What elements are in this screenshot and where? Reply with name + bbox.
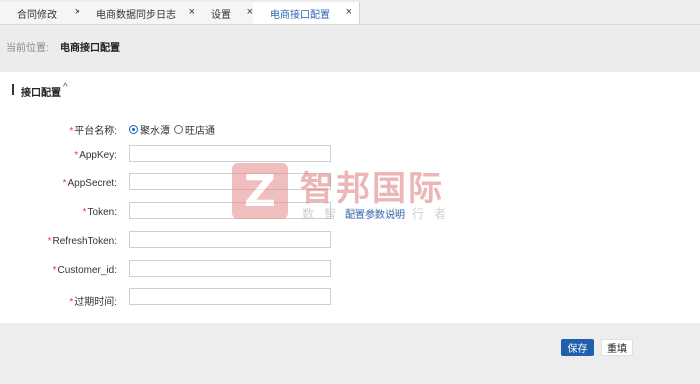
refreshtoken-label: *RefreshToken:	[0, 236, 117, 247]
tab-label: 电商数据同步日志	[96, 9, 176, 21]
tab-settings[interactable]: 设置 ×	[194, 2, 261, 24]
close-icon[interactable]: ×	[346, 6, 352, 18]
required-mark: *	[69, 297, 74, 308]
platform-radio-wangdiantong[interactable]: 旺店通	[174, 122, 215, 137]
platform-radio-jushuitan[interactable]: 聚水潭	[129, 122, 170, 137]
config-help-link[interactable]: 配置参数说明	[345, 206, 405, 221]
appsecret-label-text: AppSecret:	[67, 178, 117, 189]
breadcrumb: 当前位置: 电商接口配置	[0, 25, 700, 71]
token-label: *Token:	[0, 207, 117, 218]
save-button[interactable]: 保存	[561, 339, 594, 356]
tab-label: 合同修改	[17, 9, 57, 21]
expire-time-input[interactable]	[129, 288, 331, 305]
tab-contract-edit[interactable]: 合同修改 ×	[0, 2, 89, 24]
reset-button[interactable]: 重填	[601, 339, 633, 356]
tab-label: 电商接口配置	[270, 9, 330, 21]
customer-id-label-text: Customer_id:	[57, 265, 117, 276]
refreshtoken-input[interactable]	[129, 231, 331, 248]
customer-id-label: *Customer_id:	[0, 265, 117, 276]
tab-label: 设置	[211, 9, 231, 21]
platform-label-text: 平台名称:	[74, 126, 117, 137]
required-mark: *	[82, 207, 87, 218]
required-mark: *	[47, 236, 52, 247]
collapse-chevron-icon[interactable]: ^	[63, 82, 68, 93]
page-title: 电商接口配置	[60, 43, 120, 54]
tab-bar: 合同修改 × 电商数据同步日志 × 设置 × 电商接口配置 ×	[0, 0, 700, 25]
tab-sync-log[interactable]: 电商数据同步日志 ×	[79, 2, 203, 24]
appkey-label: *AppKey:	[0, 150, 117, 161]
radio-checked-icon[interactable]	[129, 125, 138, 134]
appsecret-input[interactable]	[129, 173, 331, 190]
customer-id-input[interactable]	[129, 260, 331, 277]
radio-unchecked-icon[interactable]	[174, 125, 183, 134]
radio-label: 聚水潭	[140, 126, 170, 137]
section-marker	[12, 84, 14, 95]
token-label-text: Token:	[87, 207, 117, 218]
required-mark: *	[52, 265, 57, 276]
token-input[interactable]	[129, 202, 331, 219]
breadcrumb-label: 当前位置:	[6, 43, 49, 54]
required-mark: *	[69, 126, 74, 137]
refreshtoken-label-text: RefreshToken:	[52, 236, 117, 247]
appkey-label-text: AppKey:	[79, 150, 117, 161]
tab-api-config[interactable]: 电商接口配置 ×	[253, 2, 360, 24]
section-title: 接口配置	[21, 88, 61, 99]
appkey-input[interactable]	[129, 145, 331, 162]
expire-time-label: *过期时间:	[0, 293, 117, 308]
form-footer: 保存 重填	[0, 323, 700, 384]
platform-label: *平台名称:	[0, 122, 117, 137]
required-mark: *	[74, 150, 79, 161]
expire-time-label-text: 过期时间:	[74, 297, 117, 308]
config-panel: 接口配置 ^ *平台名称: 聚水潭 旺店通 *AppKey: *AppSecre…	[0, 72, 700, 323]
appsecret-label: *AppSecret:	[0, 178, 117, 189]
required-mark: *	[62, 178, 67, 189]
radio-label: 旺店通	[185, 126, 215, 137]
